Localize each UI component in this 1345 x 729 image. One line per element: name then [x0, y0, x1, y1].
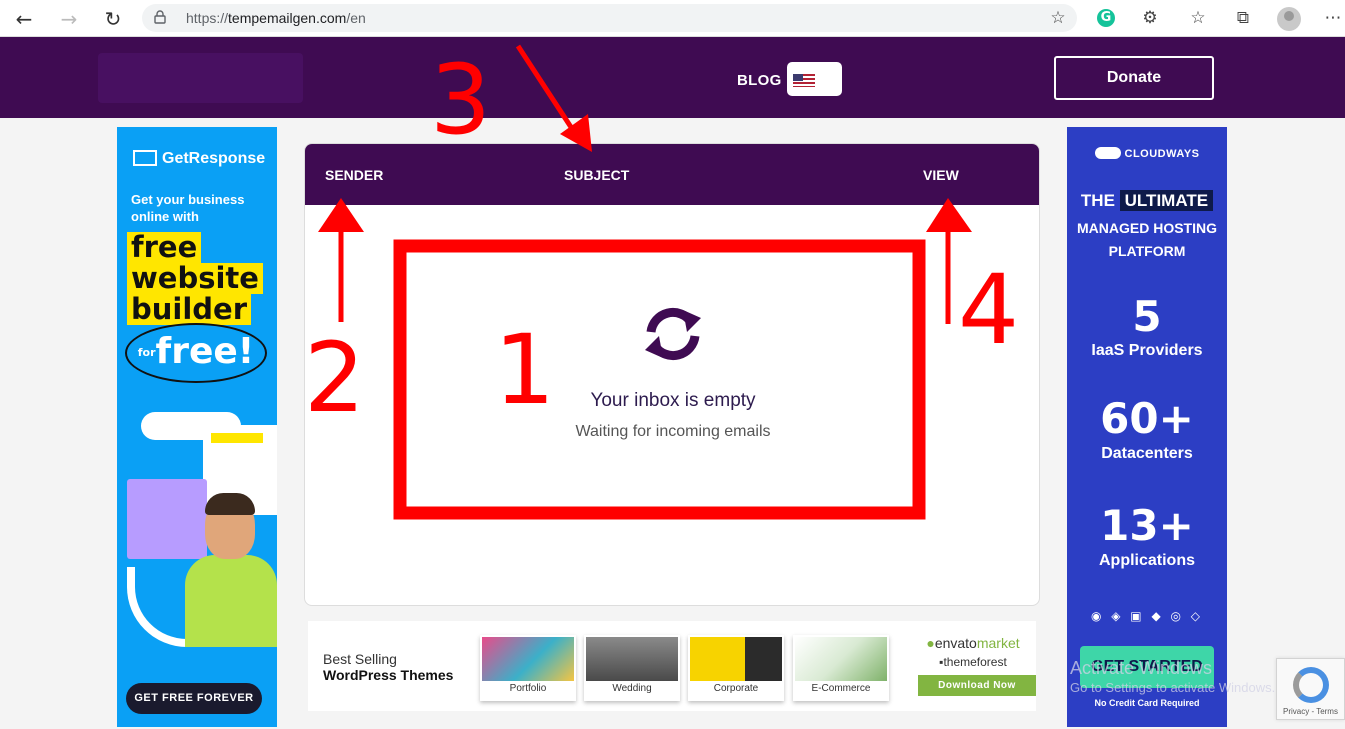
site-logo[interactable]: [98, 53, 303, 103]
theme-thumb-corporate[interactable]: Corporate: [688, 635, 784, 701]
theme-thumb-portfolio[interactable]: Portfolio: [480, 635, 576, 701]
empty-inbox-title: Your inbox is empty: [590, 390, 756, 411]
inbox-header: SENDER SUBJECT VIEW: [305, 144, 1039, 205]
url-text[interactable]: https://tempemailgen.com/en: [186, 10, 366, 26]
theme-thumb-label: Wedding: [612, 683, 652, 694]
getresponse-logo: GetResponse: [133, 150, 265, 168]
extensions-icon[interactable]: ⚙: [1139, 7, 1161, 29]
language-selector[interactable]: [787, 62, 842, 96]
ad-headline-line: builder: [127, 294, 252, 325]
banner-title-line1: Best Selling: [323, 651, 397, 667]
blog-link[interactable]: BLOG: [737, 72, 782, 89]
ad-free-badge: forfree!: [125, 323, 267, 383]
envato-market-logo: ●envatomarket: [918, 635, 1028, 651]
column-subject: SUBJECT: [564, 167, 630, 183]
banner-title-line2: WordPress Themes: [323, 667, 454, 683]
lock-icon[interactable]: [154, 10, 166, 24]
ad-subheadline-line: PLATFORM: [1108, 243, 1186, 259]
envato-word: envato: [934, 635, 977, 651]
reload-icon[interactable]: ↻: [101, 7, 125, 31]
grammarly-icon[interactable]: G: [1097, 9, 1115, 27]
tech-logos-icon: ◉ ◈ ▣ ◆ ◎ ◇: [1090, 609, 1204, 623]
ad-person-image: [177, 493, 277, 647]
annotation-label-3: 3: [430, 44, 492, 156]
ad-headline: THE ULTIMATE: [1067, 190, 1227, 211]
recaptcha-terms[interactable]: Privacy - Terms: [1283, 707, 1338, 716]
stat-label: Applications: [1098, 552, 1195, 569]
cloudways-brand: CLOUDWAYS: [1124, 148, 1200, 160]
getresponse-ad[interactable]: GetResponse Get your business online wit…: [117, 127, 277, 727]
theme-thumb-label: Portfolio: [509, 683, 547, 694]
ad-headline-highlight: ULTIMATE: [1119, 190, 1214, 211]
more-icon[interactable]: ⋯: [1322, 7, 1344, 29]
theme-thumb-label: Corporate: [713, 683, 759, 694]
ad-headline-line: free: [127, 232, 202, 263]
recaptcha-badge[interactable]: Privacy - Terms: [1276, 658, 1345, 720]
ad-tagline: Get your business online with: [131, 192, 245, 224]
stat-value: 13+: [1100, 501, 1194, 550]
url-path: /en: [346, 10, 366, 26]
empty-inbox-subtitle: Waiting for incoming emails: [575, 423, 771, 440]
getresponse-brand: GetResponse: [162, 150, 266, 167]
stat-label: IaaS Providers: [1091, 342, 1203, 359]
get-free-forever-button[interactable]: GET FREE FOREVER: [126, 683, 262, 714]
back-icon[interactable]: ←: [12, 7, 36, 31]
us-flag-icon: [793, 74, 815, 87]
inbox-panel: SENDER SUBJECT VIEW Your inbox is empty …: [304, 143, 1040, 606]
themeforest-logo: ▪themeforest: [918, 655, 1028, 669]
forward-icon[interactable]: →: [57, 7, 81, 31]
no-credit-card-note: No Credit Card Required: [1094, 698, 1200, 708]
recaptcha-icon: [1293, 667, 1329, 703]
activate-windows-title: Activate Windows: [1070, 658, 1213, 678]
ad-headline: free website builder: [127, 232, 263, 325]
envelope-icon: [133, 150, 157, 166]
activate-windows-subtitle: Go to Settings to activate Windows.: [1070, 680, 1276, 695]
ad-subheadline-line: MANAGED HOSTING: [1077, 220, 1217, 236]
profile-icon[interactable]: [1277, 7, 1301, 31]
theme-thumb-wedding[interactable]: Wedding: [584, 635, 680, 701]
envato-block: ●envatomarket ▪themeforest Download Now: [918, 635, 1036, 696]
ad-subheadline: MANAGED HOSTING PLATFORM: [1067, 217, 1227, 263]
column-sender: SENDER: [325, 167, 384, 183]
annotation-label-1: 1: [494, 314, 556, 426]
market-word: market: [976, 635, 1020, 651]
theme-thumb-label: E-Commerce: [811, 683, 871, 694]
collections-icon[interactable]: ⧉: [1232, 7, 1254, 29]
download-now-button[interactable]: Download Now: [918, 675, 1036, 696]
themeforest-word: themeforest: [943, 655, 1007, 669]
favorites-icon[interactable]: ☆: [1187, 7, 1209, 29]
site-header: BLOG Donate: [0, 37, 1345, 118]
banner-title: Best Selling WordPress Themes: [323, 651, 453, 683]
ad-free-word: free!: [155, 331, 255, 372]
column-view: VIEW: [923, 167, 959, 183]
annotation-label-4: 4: [958, 254, 1020, 366]
ad-headline-pre: THE: [1080, 191, 1115, 210]
cloud-icon: [1094, 147, 1121, 159]
theme-thumb-ecommerce[interactable]: E-Commerce: [793, 635, 889, 701]
ad-free-prefix: for: [137, 346, 156, 359]
url-host: tempemailgen.com: [228, 10, 347, 26]
stat-label: Datacenters: [1101, 445, 1193, 462]
cloudways-logo: CLOUDWAYS: [1067, 147, 1227, 160]
favorite-star-icon[interactable]: ☆: [1047, 7, 1069, 29]
url-scheme: https://: [186, 10, 229, 26]
envato-logo-icon: ●: [926, 635, 935, 651]
cloudways-ad[interactable]: CLOUDWAYS THE ULTIMATE MANAGED HOSTING PL…: [1067, 127, 1227, 727]
donate-button[interactable]: Donate: [1054, 56, 1214, 100]
annotation-label-2: 2: [304, 322, 366, 434]
stat-value: 60+: [1100, 394, 1194, 443]
themeforest-banner[interactable]: Best Selling WordPress Themes Portfolio …: [308, 621, 1036, 711]
browser-toolbar: ← → ↻ https://tempemailgen.com/en ☆ G ⚙ …: [0, 0, 1345, 37]
address-bar[interactable]: https://tempemailgen.com/en ☆: [142, 4, 1077, 32]
refresh-icon: [645, 308, 701, 360]
ad-headline-line: website: [127, 263, 263, 294]
stat-value: 5: [1132, 292, 1162, 341]
